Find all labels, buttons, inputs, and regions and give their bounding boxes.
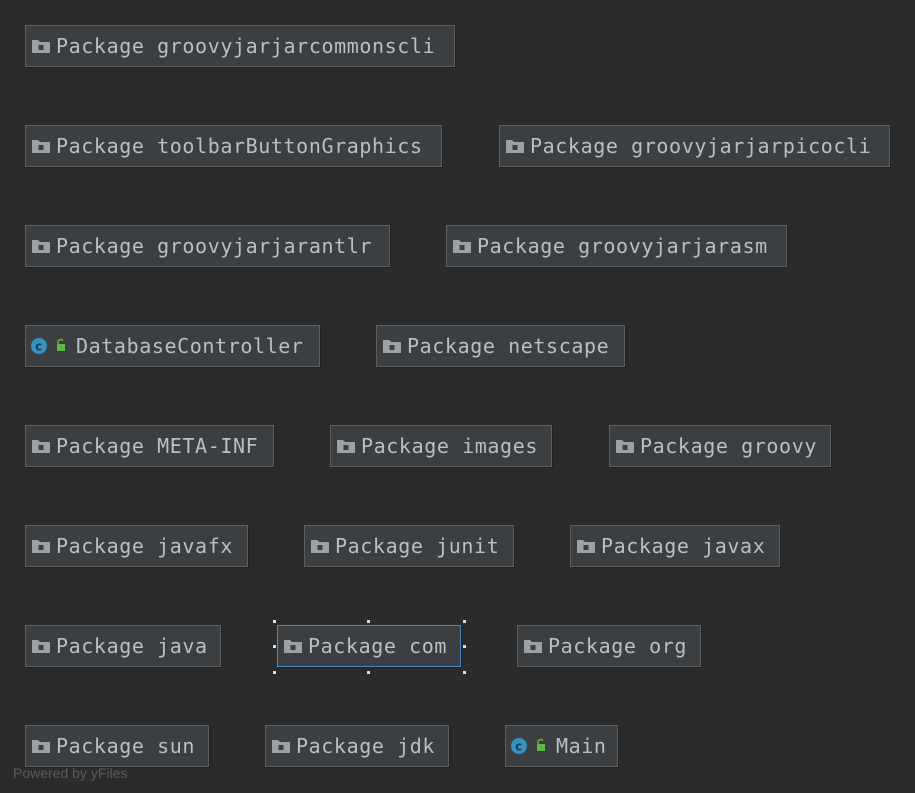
package-node-javax[interactable]: Package javax [570, 525, 780, 567]
node-label: Package javafx [56, 534, 233, 558]
selection-handle[interactable] [272, 644, 277, 649]
node-label: Package groovyjarjarcommonscli [56, 34, 436, 58]
package-node-groovyjarjarasm[interactable]: Package groovyjarjarasm [446, 225, 787, 267]
node-label: Package images [361, 434, 538, 458]
node-label: Package java [56, 634, 208, 658]
package-node-images[interactable]: Package images [330, 425, 552, 467]
package-folder-icon [504, 136, 526, 156]
package-node-javafx[interactable]: Package javafx [25, 525, 248, 567]
node-label: Package netscape [407, 334, 610, 358]
package-node-groovyjarjarantlr[interactable]: Package groovyjarjarantlr [25, 225, 390, 267]
package-folder-icon [270, 736, 292, 756]
package-folder-icon [282, 636, 304, 656]
node-label: Package org [548, 634, 688, 658]
package-node-java[interactable]: Package java [25, 625, 221, 667]
package-node-meta-inf[interactable]: Package META-INF [25, 425, 274, 467]
package-folder-icon [309, 536, 331, 556]
node-label: Package groovyjarjarasm [477, 234, 768, 258]
node-label: Package groovyjarjarantlr [56, 234, 373, 258]
package-node-groovyjarjarpicocli[interactable]: Package groovyjarjarpicocli [499, 125, 890, 167]
node-label: Package junit [335, 534, 500, 558]
selection-handle[interactable] [272, 670, 277, 675]
package-folder-icon [30, 136, 52, 156]
class-node-main[interactable]: c Main [505, 725, 618, 767]
package-folder-icon [30, 36, 52, 56]
selection-handle[interactable] [462, 619, 467, 624]
selection-handle[interactable] [366, 670, 371, 675]
package-folder-icon [30, 736, 52, 756]
package-folder-icon [451, 236, 473, 256]
class-icon: c [30, 336, 70, 356]
package-folder-icon [30, 636, 52, 656]
watermark: Powered by yFiles [13, 765, 128, 781]
class-node-databasecontroller[interactable]: c DatabaseController [25, 325, 320, 367]
node-label: Package com [308, 634, 448, 658]
package-node-com[interactable]: Package com [277, 625, 461, 667]
package-folder-icon [30, 536, 52, 556]
package-node-toolbarbuttongraphics[interactable]: Package toolbarButtonGraphics [25, 125, 442, 167]
selection-handle[interactable] [462, 670, 467, 675]
package-node-jdk[interactable]: Package jdk [265, 725, 449, 767]
package-folder-icon [30, 436, 52, 456]
package-node-groovyjarjarcommonscli[interactable]: Package groovyjarjarcommonscli [25, 25, 455, 67]
package-folder-icon [30, 236, 52, 256]
package-node-sun[interactable]: Package sun [25, 725, 209, 767]
selection-handle[interactable] [462, 644, 467, 649]
node-label: Package javax [601, 534, 766, 558]
selection-handle[interactable] [272, 619, 277, 624]
node-label: Package groovy [640, 434, 817, 458]
package-node-org[interactable]: Package org [517, 625, 701, 667]
package-folder-icon [381, 336, 403, 356]
package-folder-icon [575, 536, 597, 556]
node-label: Package jdk [296, 734, 436, 758]
package-folder-icon [614, 436, 636, 456]
svg-text:c: c [35, 340, 43, 354]
node-label: Package sun [56, 734, 196, 758]
package-folder-icon [335, 436, 357, 456]
package-node-netscape[interactable]: Package netscape [376, 325, 625, 367]
node-label: DatabaseController [76, 334, 304, 358]
svg-text:c: c [515, 740, 523, 754]
class-icon: c [510, 736, 550, 756]
package-folder-icon [522, 636, 544, 656]
package-node-groovy[interactable]: Package groovy [609, 425, 831, 467]
node-label: Package META-INF [56, 434, 259, 458]
selection-handle[interactable] [366, 619, 371, 624]
node-label: Main [556, 734, 607, 758]
package-node-junit[interactable]: Package junit [304, 525, 514, 567]
node-label: Package toolbarButtonGraphics [56, 134, 423, 158]
node-label: Package groovyjarjarpicocli [530, 134, 872, 158]
